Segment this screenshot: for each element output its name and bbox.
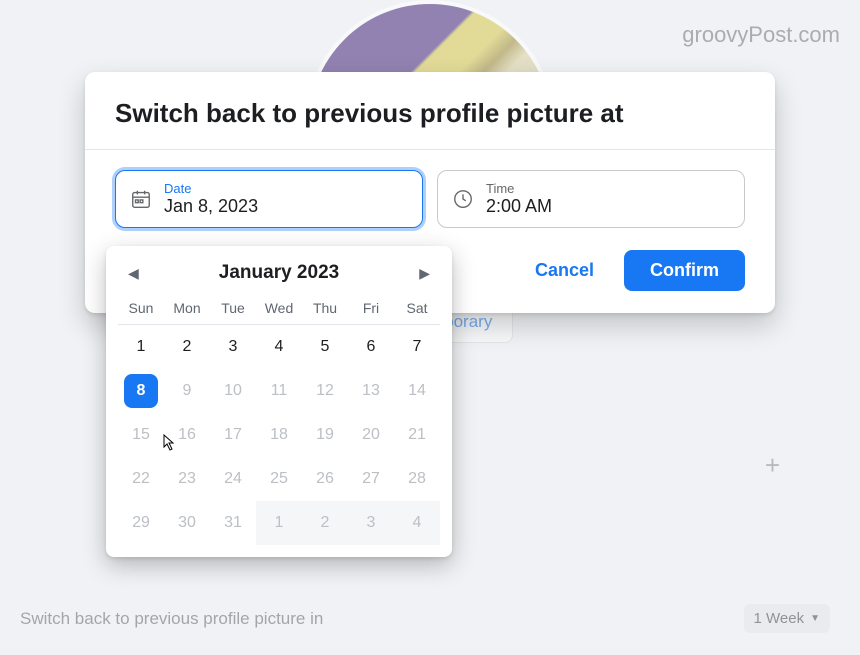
calendar-day[interactable]: 1 [118, 325, 164, 369]
calendar-day: 23 [164, 457, 210, 501]
prev-month-button[interactable]: ◀ [128, 265, 139, 282]
duration-dropdown[interactable]: 1 Week ▼ [744, 604, 831, 633]
calendar-day: 24 [210, 457, 256, 501]
calendar-day: 27 [348, 457, 394, 501]
calendar-day: 14 [394, 369, 440, 413]
cancel-button[interactable]: Cancel [519, 250, 610, 291]
plus-icon: + [765, 450, 780, 481]
dialog-title: Switch back to previous profile picture … [85, 72, 775, 150]
date-picker-popover: ◀ January 2023 ▶ SunMonTueWedThuFriSat 1… [106, 246, 452, 557]
calendar-day: 13 [348, 369, 394, 413]
date-field-value: Jan 8, 2023 [164, 196, 258, 217]
time-field[interactable]: Time 2:00 AM [437, 170, 745, 228]
calendar-weekday-header: Sat [394, 294, 440, 325]
watermark-text: groovyPost.com [682, 22, 840, 48]
calendar-day: 31 [210, 501, 256, 545]
calendar-day: 19 [302, 413, 348, 457]
calendar-day: 25 [256, 457, 302, 501]
calendar-day: 4 [394, 501, 440, 545]
calendar-day: 16 [164, 413, 210, 457]
calendar-day[interactable]: 3 [210, 325, 256, 369]
calendar-day[interactable]: 6 [348, 325, 394, 369]
calendar-day: 22 [118, 457, 164, 501]
date-field-label: Date [164, 181, 258, 196]
calendar-weekday-header: Sun [118, 294, 164, 325]
calendar-day: 17 [210, 413, 256, 457]
calendar-weekday-header: Mon [164, 294, 210, 325]
calendar-grid: SunMonTueWedThuFriSat 123456789101112131… [118, 294, 440, 545]
calendar-icon [130, 188, 152, 210]
calendar-weekday-header: Tue [210, 294, 256, 325]
switch-back-caption: Switch back to previous profile picture … [20, 609, 323, 629]
calendar-weekday-header: Thu [302, 294, 348, 325]
confirm-button[interactable]: Confirm [624, 250, 745, 291]
calendar-weekday-header: Wed [256, 294, 302, 325]
calendar-day: 18 [256, 413, 302, 457]
time-field-label: Time [486, 181, 552, 196]
calendar-day: 10 [210, 369, 256, 413]
calendar-day: 3 [348, 501, 394, 545]
calendar-day: 9 [164, 369, 210, 413]
calendar-weekday-header: Fri [348, 294, 394, 325]
calendar-day: 28 [394, 457, 440, 501]
calendar-day[interactable]: 4 [256, 325, 302, 369]
calendar-day: 26 [302, 457, 348, 501]
time-field-value: 2:00 AM [486, 196, 552, 217]
calendar-month-label: January 2023 [219, 262, 339, 284]
calendar-day: 20 [348, 413, 394, 457]
calendar-day: 21 [394, 413, 440, 457]
calendar-day: 29 [118, 501, 164, 545]
date-field[interactable]: Date Jan 8, 2023 [115, 170, 423, 228]
calendar-day: 12 [302, 369, 348, 413]
calendar-day[interactable]: 2 [164, 325, 210, 369]
calendar-day[interactable]: 8 [118, 369, 164, 413]
calendar-day[interactable]: 7 [394, 325, 440, 369]
datetime-fields: Date Jan 8, 2023 Time 2:00 AM [85, 150, 775, 246]
clock-icon [452, 188, 474, 210]
calendar-day: 30 [164, 501, 210, 545]
calendar-day: 2 [302, 501, 348, 545]
caret-down-icon: ▼ [810, 613, 820, 624]
duration-dropdown-label: 1 Week [754, 610, 805, 627]
calendar-day: 1 [256, 501, 302, 545]
calendar-day[interactable]: 5 [302, 325, 348, 369]
next-month-button[interactable]: ▶ [419, 265, 430, 282]
calendar-day: 15 [118, 413, 164, 457]
calendar-day: 11 [256, 369, 302, 413]
